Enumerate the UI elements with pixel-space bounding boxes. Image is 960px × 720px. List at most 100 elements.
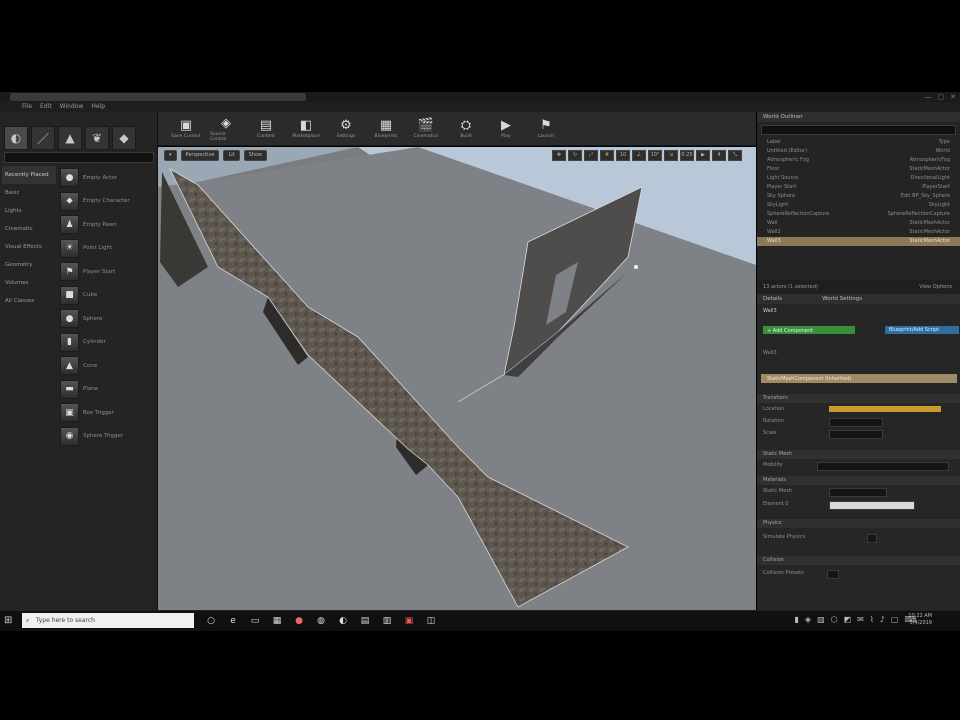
grid-snap-icon[interactable]: # xyxy=(600,150,614,161)
scale-snap-value[interactable]: 0.25 xyxy=(680,150,694,161)
camera-speed-value[interactable]: 4 xyxy=(712,150,726,161)
place-item[interactable]: ▲ Cone xyxy=(60,354,152,378)
taskbar-search-input[interactable]: ⌕ Type here to search xyxy=(22,613,194,628)
task-view-icon[interactable]: ○ xyxy=(204,614,218,628)
place-mode-icon[interactable]: ◐ xyxy=(4,126,28,150)
tray-app-icon[interactable]: ▢ xyxy=(891,615,899,624)
outliner-row[interactable]: Wall StaticMeshActor xyxy=(757,219,960,228)
show-button[interactable]: Show xyxy=(243,150,268,161)
category-item[interactable]: Volumes xyxy=(2,274,56,292)
menu-help[interactable]: Help xyxy=(91,102,105,112)
place-item[interactable]: ⚑ Player Start xyxy=(60,260,152,284)
chrome-icon[interactable]: ◍ xyxy=(314,614,328,628)
level-tab[interactable] xyxy=(10,93,306,101)
place-item[interactable]: ▮ Cylinder xyxy=(60,331,152,355)
unreal-icon[interactable]: ◐ xyxy=(336,614,350,628)
outliner-header-row[interactable]: Label Type xyxy=(757,138,960,147)
outliner-search-input[interactable] xyxy=(761,125,956,135)
outliner-row[interactable]: SkyLight SkyLight xyxy=(757,201,960,210)
category-item[interactable]: Recently Placed xyxy=(2,166,56,184)
save-button[interactable]: ▣ Save Current xyxy=(170,114,202,144)
outliner-row[interactable]: Light Source DirectionalLight xyxy=(757,174,960,183)
rotation-snap-value[interactable]: 10° xyxy=(648,150,662,161)
category-item[interactable]: All Classes xyxy=(2,292,56,310)
category-item[interactable]: Cinematic xyxy=(2,220,56,238)
place-item[interactable]: ▣ Box Trigger xyxy=(60,401,152,425)
place-item[interactable]: ● Sphere xyxy=(60,307,152,331)
scale-icon[interactable]: ⤢ xyxy=(584,150,598,161)
section-static-mesh[interactable]: Static Mesh xyxy=(757,450,960,459)
outliner-row[interactable]: Wall2 StaticMeshActor xyxy=(757,228,960,237)
level-viewport[interactable]: ▾ Perspective Lit Show ✥ ↻ ⤢ # 10 ∠ 10° … xyxy=(158,147,756,610)
maximize-viewport-icon[interactable]: ⤡ xyxy=(728,150,742,161)
tray-app-icon[interactable]: ✉ xyxy=(857,615,864,624)
outliner-row[interactable]: SphereReflectionCapture SphereReflectionC… xyxy=(757,210,960,219)
translate-icon[interactable]: ✥ xyxy=(552,150,566,161)
actor-name-field[interactable]: Wall3 xyxy=(763,308,777,316)
tray-app-icon[interactable]: ⬡ xyxy=(831,615,838,624)
outliner-row[interactable]: Sky Sphere Edit BP_Sky_Sphere xyxy=(757,192,960,201)
settings-button[interactable]: ⚙ Settings xyxy=(330,114,362,144)
outliner-row[interactable]: Floor StaticMeshActor xyxy=(757,165,960,174)
place-item[interactable]: ⬥ Empty Character xyxy=(60,190,152,214)
edge-icon[interactable]: e xyxy=(226,614,240,628)
section-materials[interactable]: Materials xyxy=(757,476,960,485)
blueprint-script-button[interactable]: Blueprint/Add Script xyxy=(885,326,959,334)
landscape-mode-icon[interactable]: ▲ xyxy=(58,126,82,150)
collision-presets-dropdown[interactable] xyxy=(827,570,839,579)
network-icon[interactable]: ⌇ xyxy=(870,615,874,624)
view-options-button[interactable]: View Options xyxy=(919,280,952,294)
file-explorer-icon[interactable]: ▭ xyxy=(248,614,262,628)
category-item[interactable]: Geometry xyxy=(2,256,56,274)
menu-edit[interactable]: Edit xyxy=(40,102,52,112)
tab-details[interactable]: Details xyxy=(763,294,782,304)
rotate-icon[interactable]: ↻ xyxy=(568,150,582,161)
tab-world-settings[interactable]: World Settings xyxy=(822,294,862,304)
mobility-toggle[interactable] xyxy=(817,462,949,471)
app-icon[interactable]: ▥ xyxy=(380,614,394,628)
app-icon[interactable]: ◫ xyxy=(424,614,438,628)
rotation-snap-icon[interactable]: ∠ xyxy=(632,150,646,161)
scale-snap-icon[interactable]: ⇲ xyxy=(664,150,678,161)
viewport-options-icon[interactable]: ▾ xyxy=(164,150,177,161)
scale-field[interactable] xyxy=(829,430,883,439)
volume-icon[interactable]: ♪ xyxy=(880,615,885,624)
selected-component-row[interactable]: StaticMeshComponent (Inherited) xyxy=(761,374,957,383)
outliner-row[interactable]: Player Start PlayerStart xyxy=(757,183,960,192)
lit-button[interactable]: Lit xyxy=(223,150,240,161)
section-physics[interactable]: Physics xyxy=(757,519,960,528)
store-icon[interactable]: ▦ xyxy=(270,614,284,628)
grid-snap-value[interactable]: 10 xyxy=(616,150,630,161)
cinematics-button[interactable]: 🎬 Cinematics xyxy=(410,114,442,144)
build-button[interactable]: ⛭ Build xyxy=(450,114,482,144)
windows-start-icon[interactable]: ⊞ xyxy=(4,615,12,626)
launch-button[interactable]: ⚑ Launch xyxy=(530,114,562,144)
camera-speed-icon[interactable]: ▶ xyxy=(696,150,710,161)
tray-app-icon[interactable]: ▮ xyxy=(795,615,799,624)
static-mesh-picker[interactable] xyxy=(829,488,887,497)
category-item[interactable]: Basic xyxy=(2,184,56,202)
app-icon[interactable]: ▤ xyxy=(358,614,372,628)
marketplace-button[interactable]: ◧ Marketplace xyxy=(290,114,322,144)
perspective-button[interactable]: Perspective xyxy=(180,150,220,161)
tray-app-icon[interactable]: ▧ xyxy=(817,615,825,624)
content-button[interactable]: ▤ Content xyxy=(250,114,282,144)
pivot-point[interactable] xyxy=(634,265,638,269)
minimize-icon[interactable]: — xyxy=(925,93,932,101)
category-item[interactable]: Visual Effects xyxy=(2,238,56,256)
blueprints-button[interactable]: ▦ Blueprints xyxy=(370,114,402,144)
maximize-icon[interactable]: ▢ xyxy=(938,93,945,101)
add-component-button[interactable]: + Add Component xyxy=(763,326,855,334)
place-item[interactable]: ■ Cube xyxy=(60,284,152,308)
section-transform[interactable]: Transform xyxy=(757,394,960,403)
place-item[interactable]: ♟ Empty Pawn xyxy=(60,213,152,237)
location-values[interactable] xyxy=(829,406,941,412)
firefox-icon[interactable]: ● xyxy=(292,614,306,628)
play-button[interactable]: ▶ Play xyxy=(490,114,522,144)
foliage-mode-icon[interactable]: ❦ xyxy=(85,126,109,150)
simulate-physics-checkbox[interactable] xyxy=(867,534,877,543)
place-item[interactable]: ☀ Point Light xyxy=(60,237,152,261)
menu-file[interactable]: File xyxy=(22,102,32,112)
close-icon[interactable]: ✕ xyxy=(950,93,956,101)
outliner-row[interactable]: Atmospheric Fog AtmosphericFog xyxy=(757,156,960,165)
